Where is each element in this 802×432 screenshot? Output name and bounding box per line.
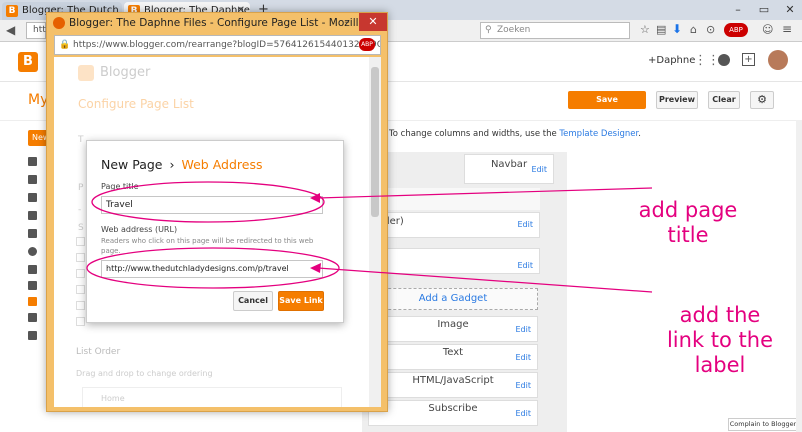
- highlight-url-ellipse: [86, 247, 340, 289]
- arrow-to-url: [317, 267, 653, 293]
- annotation-overlay: [86, 181, 653, 293]
- highlight-page-title-ellipse: [91, 181, 325, 223]
- desktop: B Blogger: The Dutch Lady D... B Blogger…: [0, 0, 802, 432]
- arrowhead-url: [310, 263, 321, 273]
- arrow-to-title: [317, 187, 653, 199]
